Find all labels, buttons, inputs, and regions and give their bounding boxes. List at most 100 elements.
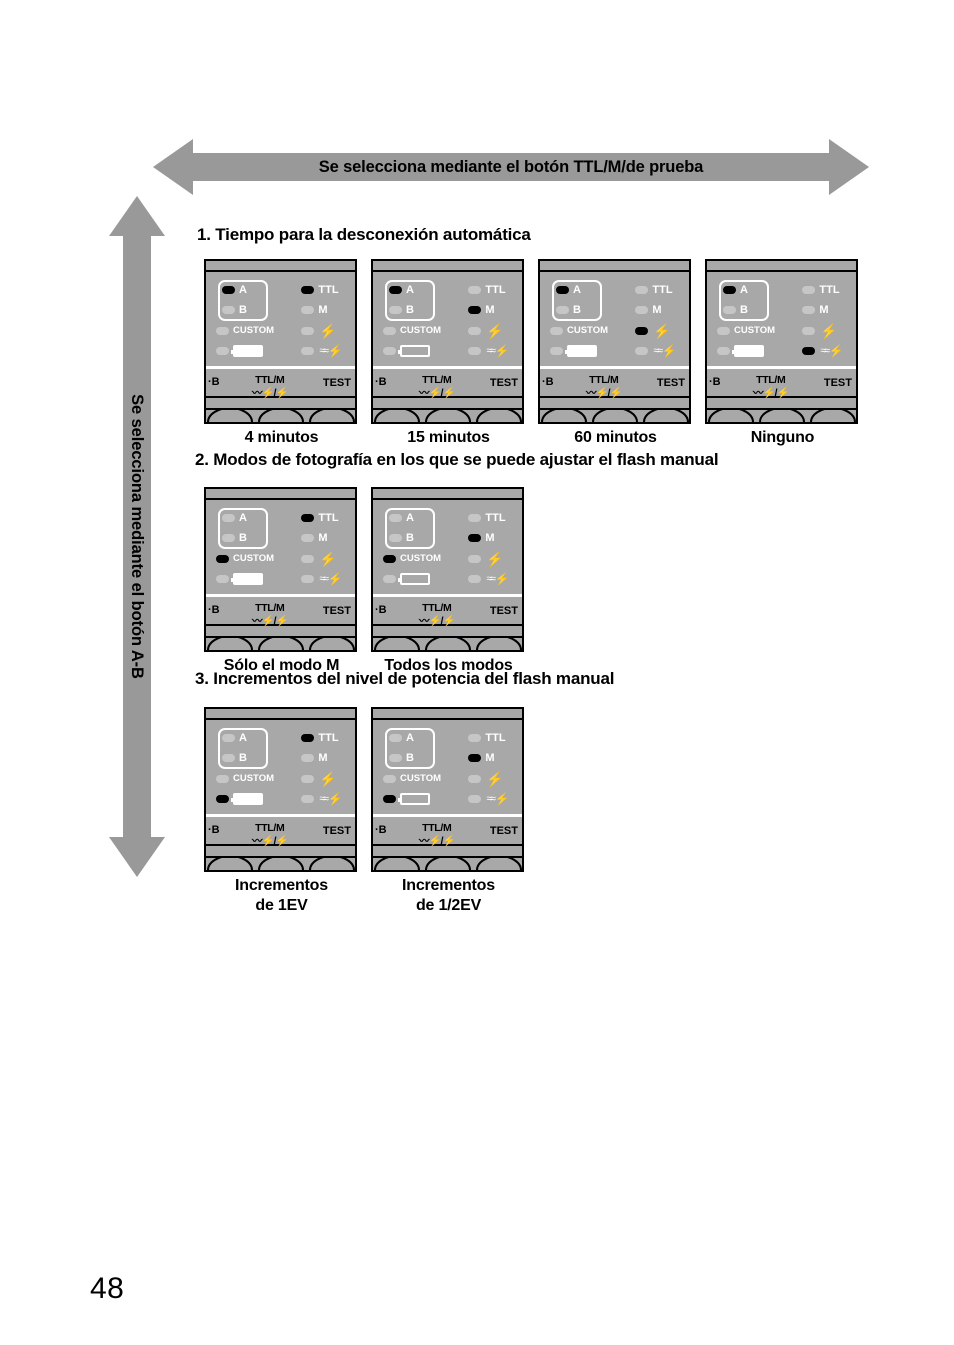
indicator-multi-dot [301,575,315,583]
indicator-custom[interactable]: CUSTOM [717,323,775,339]
indicator-a[interactable]: A [556,282,581,298]
indicator-ttl-dot [468,514,482,522]
indicator-ttl[interactable]: TTL [301,730,339,746]
indicator-m[interactable]: M [802,302,829,318]
indicator-a-dot [389,286,402,294]
indicator-multi[interactable]: ≈≈ ⚡ [301,343,342,359]
indicator-ttl[interactable]: TTL [802,282,840,298]
indicator-custom[interactable]: CUSTOM [216,771,274,787]
indicator-a[interactable]: A [389,282,414,298]
indicator-m[interactable]: M [468,750,495,766]
indicator-bolt[interactable]: ⚡ [468,551,504,567]
button-arc-right [476,858,522,870]
indicator-custom[interactable]: CUSTOM [383,323,441,339]
indicator-a[interactable]: A [389,510,414,526]
legend-ttl-m-line2: 〰⚡/⚡ [252,835,289,847]
multi-flash-icon: ≈≈ ⚡ [486,344,510,358]
lcd-panel-cell: A B CUSTOM TTL M ⚡ ≈≈ ⚡ ·B TTL/M 〰⚡/⚡ TEST 60 minuto… [538,259,693,448]
indicator-a[interactable]: A [222,510,247,526]
indicator-b[interactable]: B [222,302,247,318]
indicator-b-dot [389,534,402,542]
indicator-m[interactable]: M [301,750,328,766]
lcd-panel-cell: A B CUSTOM TTL M ⚡ ≈≈ ⚡ ·B TTL/M 〰⚡/⚡ TEST Ninguno [705,259,860,448]
indicator-m[interactable]: M [301,530,328,546]
indicator-m-label: M [318,751,328,764]
lcd-panel-cell: A B CUSTOM TTL M ⚡ ≈≈ ⚡ ·B TTL/M 〰⚡/⚡ TEST Increment… [204,707,359,916]
indicator-bolt[interactable]: ⚡ [301,323,337,339]
indicator-bolt[interactable]: ⚡ [468,323,504,339]
indicator-b[interactable]: B [389,530,414,546]
indicator-multi-dot [468,795,482,803]
indicator-battery[interactable] [216,791,263,807]
flash-bolt-icon: ⚡ [486,323,504,339]
indicator-custom[interactable]: CUSTOM [383,771,441,787]
indicator-a[interactable]: A [222,282,247,298]
indicator-custom[interactable]: CUSTOM [216,551,274,567]
indicator-b[interactable]: B [556,302,581,318]
indicator-b-label: B [406,531,414,544]
indicator-multi[interactable]: ≈≈ ⚡ [468,571,509,587]
indicator-multi[interactable]: ≈≈ ⚡ [468,343,509,359]
legend-ttl-m-button: TTL/M 〰⚡/⚡ [252,371,289,399]
indicator-custom[interactable]: CUSTOM [216,323,274,339]
indicator-ttl[interactable]: TTL [468,730,506,746]
indicator-battery[interactable] [383,343,430,359]
indicator-ttl[interactable]: TTL [468,510,506,526]
indicator-b-dot [723,306,736,314]
indicator-multi[interactable]: ≈≈ ⚡ [301,791,342,807]
indicator-ttl[interactable]: TTL [635,282,673,298]
indicator-m[interactable]: M [468,302,495,318]
lcd-button-legend: ·B TTL/M 〰⚡/⚡ TEST [206,369,355,399]
button-arc-left [207,858,253,870]
indicator-custom[interactable]: CUSTOM [383,551,441,567]
panel-caption: Sólo el modo M [223,657,340,674]
lcd-screen: A B CUSTOM TTL M ⚡ ≈≈ ⚡ [373,720,522,814]
indicator-battery[interactable] [383,571,430,587]
indicator-multi[interactable]: ≈≈ ⚡ [635,343,676,359]
indicator-battery[interactable] [216,343,263,359]
legend-ttl-m-button: TTL/M 〰⚡/⚡ [419,371,456,399]
indicator-b-label: B [239,751,247,764]
indicator-bolt-dot [468,775,482,783]
indicator-b[interactable]: B [389,302,414,318]
indicator-m[interactable]: M [301,302,328,318]
indicator-a[interactable]: A [723,282,748,298]
indicator-m[interactable]: M [468,530,495,546]
indicator-bolt[interactable]: ⚡ [301,771,337,787]
panel-caption: 60 minutos [574,429,657,446]
indicator-bolt[interactable]: ⚡ [802,323,838,339]
indicator-battery[interactable] [383,791,430,807]
legend-ttl-m-line2: 〰⚡/⚡ [252,387,289,399]
indicator-multi[interactable]: ≈≈ ⚡ [802,343,843,359]
indicator-multi-dot [301,347,315,355]
legend-ttl-m-line2: 〰⚡/⚡ [419,387,456,399]
indicator-m[interactable]: M [635,302,662,318]
indicator-m-dot [301,754,315,762]
indicator-bolt[interactable]: ⚡ [301,551,337,567]
indicator-a[interactable]: A [222,730,247,746]
indicator-bolt[interactable]: ⚡ [468,771,504,787]
battery-icon [732,345,764,357]
indicator-battery[interactable] [717,343,764,359]
indicator-b[interactable]: B [389,750,414,766]
indicator-ttl[interactable]: TTL [301,282,339,298]
flash-bolt-icon: ⚡ [486,551,504,567]
indicator-battery[interactable] [550,343,597,359]
indicator-ttl[interactable]: TTL [301,510,339,526]
indicator-a-dot [556,286,569,294]
indicator-custom[interactable]: CUSTOM [550,323,608,339]
indicator-ttl[interactable]: TTL [468,282,506,298]
lcd-physical-buttons [373,856,522,870]
lcd-screen: A B CUSTOM TTL M ⚡ ≈≈ ⚡ [206,272,355,366]
indicator-multi-dot [301,795,315,803]
indicator-b[interactable]: B [222,750,247,766]
indicator-b[interactable]: B [222,530,247,546]
indicator-a[interactable]: A [389,730,414,746]
indicator-battery[interactable] [216,571,263,587]
indicator-bolt[interactable]: ⚡ [635,323,671,339]
indicator-multi[interactable]: ≈≈ ⚡ [301,571,342,587]
indicator-b[interactable]: B [723,302,748,318]
indicator-multi[interactable]: ≈≈ ⚡ [468,791,509,807]
indicator-custom-dot [216,775,229,783]
lcd-button-legend: ·B TTL/M 〰⚡/⚡ TEST [540,369,689,398]
